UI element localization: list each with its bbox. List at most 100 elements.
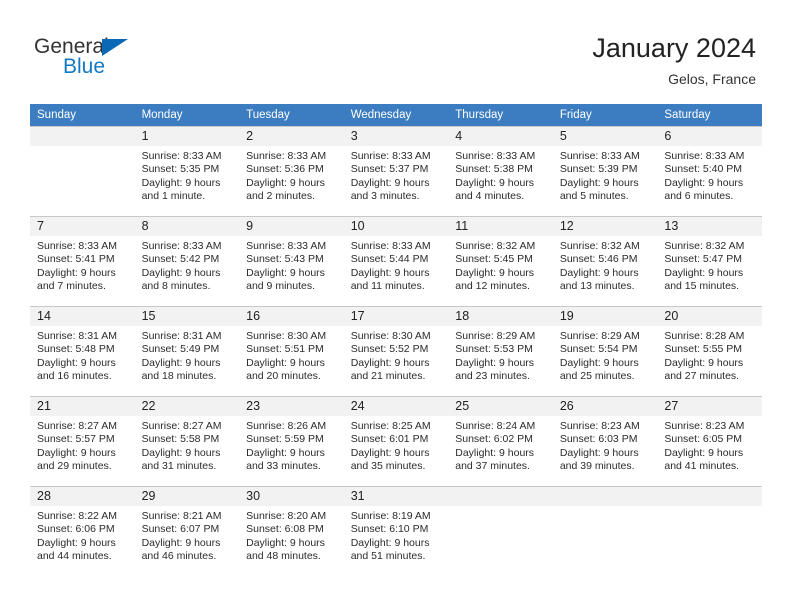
sunrise-text: Sunrise: 8:33 AM (664, 150, 745, 162)
day-number: 8 (134, 217, 240, 236)
daylight-text-line1: Daylight: 9 hours (455, 176, 535, 189)
day-cell[interactable]: 16 Sunrise: 8:30 AM Sunset: 5:51 PM Dayligh… (239, 306, 344, 396)
day-cell[interactable]: 12 Sunrise: 8:32 AM Sunset: 5:46 PM Dayligh… (552, 216, 658, 306)
daylight-text-line1: Daylight: 9 hours (455, 446, 535, 459)
sunset-text: Sunset: 5:48 PM (37, 343, 115, 356)
day-cell[interactable]: 30 Sunrise: 8:20 AM Sunset: 6:08 PM Dayligh… (239, 486, 344, 576)
day-number: 2 (239, 127, 344, 146)
daylight-text-line2: and 27 minutes. (664, 370, 740, 383)
calendar-cell: 5 Sunrise: 8:33 AM Sunset: 5:39 PM Daylight… (552, 126, 658, 216)
day-details: Sunrise: 8:19 AM Sunset: 6:10 PM Daylight:… (344, 506, 449, 564)
weekday-header-sunday: Sunday (30, 104, 135, 126)
daylight-text-line2: and 7 minutes. (37, 280, 106, 293)
sunset-text: Sunset: 5:58 PM (141, 433, 220, 446)
day-cell[interactable]: 3 Sunrise: 8:33 AM Sunset: 5:37 PM Daylight… (343, 126, 449, 216)
day-cell[interactable]: 15 Sunrise: 8:31 AM Sunset: 5:49 PM Dayligh… (134, 306, 240, 396)
sunrise-text: Sunrise: 8:30 AM (350, 330, 431, 342)
day-number: 7 (30, 217, 135, 236)
sunset-text: Sunset: 6:10 PM (350, 523, 429, 536)
sunset-text: Sunset: 5:42 PM (141, 253, 220, 266)
day-number-placeholder (448, 487, 553, 506)
calendar-cell: 23 Sunrise: 8:26 AM Sunset: 5:59 PM Dayligh… (239, 396, 344, 486)
calendar-cell: 8 Sunrise: 8:33 AM Sunset: 5:42 PM Daylight… (134, 216, 240, 306)
day-details: Sunrise: 8:23 AM Sunset: 6:03 PM Daylight:… (553, 416, 658, 474)
sunset-text: Sunset: 5:52 PM (350, 343, 429, 356)
day-cell[interactable]: 22 Sunrise: 8:27 AM Sunset: 5:58 PM Dayligh… (134, 396, 240, 486)
sunset-text: Sunset: 6:06 PM (37, 523, 115, 536)
calendar-week-row: 28 Sunrise: 8:22 AM Sunset: 6:06 PM Dayligh… (30, 486, 762, 576)
sunrise-text: Sunrise: 8:31 AM (37, 330, 117, 342)
daylight-text-line1: Daylight: 9 hours (559, 266, 639, 279)
general-blue-logo[interactable]: General Blue (34, 36, 264, 88)
sunrise-text: Sunrise: 8:33 AM (559, 150, 640, 162)
calendar-week-row: 7 Sunrise: 8:33 AM Sunset: 5:41 PM Daylight… (30, 216, 762, 306)
daylight-text-line2: and 15 minutes. (664, 280, 740, 293)
day-cell[interactable]: 7 Sunrise: 8:33 AM Sunset: 5:41 PM Daylight… (30, 216, 135, 306)
sunset-text: Sunset: 6:08 PM (246, 523, 324, 536)
calendar-cell: 1 Sunrise: 8:33 AM Sunset: 5:35 PM Daylight… (134, 126, 240, 216)
day-cell[interactable]: 20 Sunrise: 8:28 AM Sunset: 5:55 PM Dayligh… (657, 306, 762, 396)
day-cell[interactable]: 29 Sunrise: 8:21 AM Sunset: 6:07 PM Dayligh… (134, 486, 240, 576)
daylight-text-line1: Daylight: 9 hours (141, 446, 221, 459)
sunrise-text: Sunrise: 8:23 AM (559, 420, 640, 432)
daylight-text-line1: Daylight: 9 hours (664, 446, 744, 459)
daylight-text-line1: Daylight: 9 hours (664, 356, 744, 369)
sunset-text: Sunset: 5:55 PM (664, 343, 743, 356)
day-cell[interactable]: 25 Sunrise: 8:24 AM Sunset: 6:02 PM Dayligh… (448, 396, 553, 486)
day-number: 23 (239, 397, 344, 416)
sunset-text: Sunset: 6:02 PM (455, 433, 533, 446)
sunrise-text: Sunrise: 8:28 AM (664, 330, 745, 342)
day-cell[interactable]: 31 Sunrise: 8:19 AM Sunset: 6:10 PM Dayligh… (343, 486, 449, 576)
calendar-cell: 21 Sunrise: 8:27 AM Sunset: 5:57 PM Dayligh… (30, 396, 135, 486)
day-cell[interactable]: 11 Sunrise: 8:32 AM Sunset: 5:45 PM Dayligh… (448, 216, 553, 306)
calendar-cell: 31 Sunrise: 8:19 AM Sunset: 6:10 PM Dayligh… (343, 486, 449, 576)
day-details: Sunrise: 8:29 AM Sunset: 5:53 PM Daylight:… (448, 326, 553, 384)
sunrise-text: Sunrise: 8:33 AM (350, 150, 431, 162)
day-cell[interactable]: 28 Sunrise: 8:22 AM Sunset: 6:06 PM Dayligh… (30, 486, 135, 576)
day-cell[interactable]: 13 Sunrise: 8:32 AM Sunset: 5:47 PM Dayligh… (657, 216, 762, 306)
day-number: 11 (448, 217, 553, 236)
daylight-text-line2: and 9 minutes. (246, 280, 316, 293)
day-cell[interactable]: 27 Sunrise: 8:23 AM Sunset: 6:05 PM Dayligh… (657, 396, 762, 486)
daylight-text-line1: Daylight: 9 hours (559, 446, 639, 459)
day-cell[interactable]: 5 Sunrise: 8:33 AM Sunset: 5:39 PM Daylight… (552, 126, 658, 216)
daylight-text-line1: Daylight: 9 hours (455, 356, 535, 369)
day-cell[interactable]: 6 Sunrise: 8:33 AM Sunset: 5:40 PM Daylight… (657, 126, 762, 216)
sunrise-text: Sunrise: 8:33 AM (246, 240, 327, 252)
day-cell[interactable]: 14 Sunrise: 8:31 AM Sunset: 5:48 PM Dayligh… (30, 306, 135, 396)
day-cell[interactable]: 19 Sunrise: 8:29 AM Sunset: 5:54 PM Dayligh… (552, 306, 658, 396)
calendar-cell: 13 Sunrise: 8:32 AM Sunset: 5:47 PM Dayligh… (657, 216, 762, 306)
day-cell[interactable]: 17 Sunrise: 8:30 AM Sunset: 5:52 PM Dayligh… (343, 306, 449, 396)
calendar-cell: 9 Sunrise: 8:33 AM Sunset: 5:43 PM Daylight… (239, 216, 344, 306)
sunset-text: Sunset: 5:45 PM (455, 253, 533, 266)
day-cell[interactable]: 8 Sunrise: 8:33 AM Sunset: 5:42 PM Daylight… (134, 216, 240, 306)
day-cell[interactable]: 18 Sunrise: 8:29 AM Sunset: 5:53 PM Dayligh… (448, 306, 553, 396)
page-header: General Blue January 2024 Gelos, France (0, 0, 792, 100)
day-cell[interactable]: 26 Sunrise: 8:23 AM Sunset: 6:03 PM Dayligh… (552, 396, 658, 486)
day-details: Sunrise: 8:33 AM Sunset: 5:35 PM Daylight:… (135, 146, 240, 204)
day-cell[interactable]: 24 Sunrise: 8:25 AM Sunset: 6:01 PM Dayligh… (343, 396, 449, 486)
day-number: 24 (343, 397, 449, 416)
sunset-text: Sunset: 5:47 PM (664, 253, 743, 266)
day-cell[interactable]: 21 Sunrise: 8:27 AM Sunset: 5:57 PM Dayligh… (30, 396, 135, 486)
daylight-text-line2: and 8 minutes. (141, 280, 211, 293)
day-cell[interactable]: 23 Sunrise: 8:26 AM Sunset: 5:59 PM Dayligh… (239, 396, 344, 486)
daylight-text-line2: and 33 minutes. (246, 460, 321, 473)
daylight-text-line2: and 31 minutes. (141, 460, 217, 473)
day-cell[interactable]: 2 Sunrise: 8:33 AM Sunset: 5:36 PM Daylight… (239, 126, 344, 216)
sunrise-text: Sunrise: 8:33 AM (37, 240, 117, 252)
day-number: 4 (448, 127, 553, 146)
day-cell[interactable]: 1 Sunrise: 8:33 AM Sunset: 5:35 PM Daylight… (134, 126, 240, 216)
day-number: 19 (552, 307, 658, 326)
calendar-cell: 12 Sunrise: 8:32 AM Sunset: 5:46 PM Dayligh… (552, 216, 658, 306)
day-cell[interactable]: 9 Sunrise: 8:33 AM Sunset: 5:43 PM Daylight… (239, 216, 344, 306)
day-cell[interactable]: 4 Sunrise: 8:33 AM Sunset: 5:38 PM Daylight… (448, 126, 553, 216)
daylight-text-line1: Daylight: 9 hours (37, 356, 116, 369)
daylight-text-line1: Daylight: 9 hours (246, 536, 325, 549)
day-cell[interactable]: 10 Sunrise: 8:33 AM Sunset: 5:44 PM Dayligh… (343, 216, 449, 306)
sunrise-text: Sunrise: 8:32 AM (455, 240, 536, 252)
daylight-text-line1: Daylight: 9 hours (350, 356, 430, 369)
day-details: Sunrise: 8:33 AM Sunset: 5:44 PM Daylight:… (344, 236, 449, 294)
daylight-text-line1: Daylight: 9 hours (37, 536, 116, 549)
day-number: 15 (134, 307, 240, 326)
